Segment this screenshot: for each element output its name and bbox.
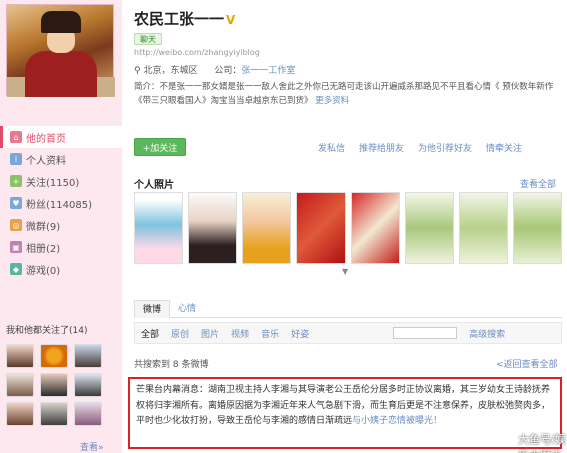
verified-badge-icon: V xyxy=(226,13,236,27)
sidebar-item-label: 个人资料 xyxy=(26,155,66,167)
photo-thumbnail[interactable] xyxy=(404,192,454,264)
filter-images[interactable]: 图片 xyxy=(201,327,219,340)
group-icon: ◎ xyxy=(10,219,22,231)
sidebar-item-profile[interactable]: i 个人资料 xyxy=(0,148,122,170)
profile-bio: 简介：不是张一一那女婿是张一一敌人舍此之外你已无路可走该山开遍威杀那路见不平且看… xyxy=(134,82,554,106)
profile-name: 农民工张一一 V xyxy=(134,10,236,28)
follow-avatar[interactable] xyxy=(6,373,34,397)
follow-avatar[interactable] xyxy=(40,402,68,426)
sidebar-item-fans[interactable]: ♥ 粉丝(114085) xyxy=(0,192,122,214)
sidebar-item-label: 游戏(0) xyxy=(26,265,61,277)
sidebar-item-label: 微群(9) xyxy=(26,221,61,233)
fans-icon: ♥ xyxy=(10,197,22,209)
mutual-follow-grid xyxy=(6,344,102,426)
sidebar-item-label: 相册(2) xyxy=(26,243,61,255)
follow-avatar[interactable] xyxy=(40,373,68,397)
profile-icon: i xyxy=(10,153,22,165)
sidebar-item-label: 他的首页 xyxy=(26,133,66,145)
highlighted-post: 芒果台内幕消息：湖南卫视主持人李湘与其导演老公王岳伦分居多时正协议离婚，其三岁幼… xyxy=(128,377,562,449)
follow-avatar[interactable] xyxy=(74,402,102,426)
sidebar-item-label: 关注(1150) xyxy=(26,177,80,189)
result-count: 共搜索到 8 条微博 xyxy=(134,360,209,370)
sidebar-item-groups[interactable]: ◎ 微群(9) xyxy=(0,214,122,236)
photos-view-all-link[interactable]: 查看全部 xyxy=(520,177,556,190)
follow-avatar[interactable] xyxy=(40,344,68,368)
send-message-link[interactable]: 发私信 xyxy=(318,141,345,154)
view-all-follows-link[interactable]: 查看» xyxy=(80,440,104,453)
introduce-friend-link[interactable]: 为他引荐好友 xyxy=(418,141,472,154)
sidebar-item-following[interactable]: + 关注(1150) xyxy=(0,170,122,192)
recommend-link[interactable]: 推荐给朋友 xyxy=(359,141,404,154)
tab-weibo[interactable]: 微博 xyxy=(134,300,171,318)
post-text: 芒果台内幕消息：湖南卫视主持人李湘与其导演老公王岳伦分居多时正协议离婚，其三岁幼… xyxy=(136,385,551,426)
sidebar-item-album[interactable]: ▣ 相册(2) xyxy=(0,236,122,258)
photo-thumbnail[interactable] xyxy=(296,192,346,264)
photos-title: 个人照片 xyxy=(134,180,174,191)
company-label: 公司： xyxy=(214,66,242,76)
feed-tabs: 微博 心情 xyxy=(134,300,562,318)
company-link[interactable]: 张一一工作室 xyxy=(241,66,295,76)
filter-all[interactable]: 全部 xyxy=(141,327,159,340)
photo-strip xyxy=(134,192,562,264)
sidebar-nav: ⌂ 他的首页 i 个人资料 + 关注(1150) ♥ 粉丝(114085) ◎ … xyxy=(0,126,122,280)
filter-music[interactable]: 音乐 xyxy=(261,327,279,340)
post-text-end: 与小姨子恋情被曝光！ xyxy=(352,416,443,426)
feed-search-input[interactable] xyxy=(393,327,458,339)
profile-location: ⚲ 北京，东城区 公司：张一一工作室 xyxy=(134,66,296,76)
photo-thumbnail[interactable] xyxy=(188,192,238,264)
watermark: 大鱼号/娱乐大魔王 xyxy=(518,433,566,453)
chevron-down-icon[interactable]: ▼ xyxy=(342,267,348,276)
photo-thumbnail[interactable] xyxy=(512,192,562,264)
follow-avatar[interactable] xyxy=(74,373,102,397)
add-follow-button[interactable]: +加关注 xyxy=(134,138,186,156)
tab-mood[interactable]: 心情 xyxy=(170,300,204,318)
follow-icon: + xyxy=(10,175,22,187)
filter-original[interactable]: 原创 xyxy=(171,327,189,340)
more-info-link[interactable]: 更多资料 xyxy=(315,96,349,106)
left-sidebar: ⌂ 他的首页 i 个人资料 + 关注(1150) ♥ 粉丝(114085) ◎ … xyxy=(0,0,122,453)
follow-avatar[interactable] xyxy=(74,344,102,368)
photo-thumbnail[interactable] xyxy=(134,192,184,264)
sidebar-item-home[interactable]: ⌂ 他的首页 xyxy=(0,126,122,148)
profile-actions: 发私信 推荐给朋友 为他引荐好友 情牵关注 xyxy=(318,141,522,154)
advanced-search-link[interactable]: 高级搜索 xyxy=(469,327,505,340)
feed-filters: 全部 原创 图片 视频 音乐 好姿 高级搜索 xyxy=(134,322,562,344)
filter-other[interactable]: 好姿 xyxy=(291,327,309,340)
sidebar-item-games[interactable]: ◆ 游戏(0) xyxy=(0,258,122,280)
follow-avatar[interactable] xyxy=(6,402,34,426)
main-content: 农民工张一一 V 聊天 http://weibo.com/zhangyiyiblo… xyxy=(122,0,567,453)
filter-video[interactable]: 视频 xyxy=(231,327,249,340)
profile-avatar[interactable] xyxy=(6,4,115,97)
photo-thumbnail[interactable] xyxy=(350,192,400,264)
photo-thumbnail[interactable] xyxy=(242,192,292,264)
album-icon: ▣ xyxy=(10,241,22,253)
home-icon: ⌂ xyxy=(10,131,22,143)
profile-url[interactable]: http://weibo.com/zhangyiyiblog xyxy=(134,48,260,57)
chat-button[interactable]: 聊天 xyxy=(134,33,162,45)
photo-thumbnail[interactable] xyxy=(458,192,508,264)
relation-follow-link[interactable]: 情牵关注 xyxy=(486,141,522,154)
back-to-all-link[interactable]: <返回查看全部 xyxy=(496,357,558,370)
mutual-follow-title: 我和他都关注了(14) xyxy=(6,326,88,336)
follow-avatar[interactable] xyxy=(6,344,34,368)
sidebar-item-label: 粉丝(114085) xyxy=(26,199,92,211)
game-icon: ◆ xyxy=(10,263,22,275)
